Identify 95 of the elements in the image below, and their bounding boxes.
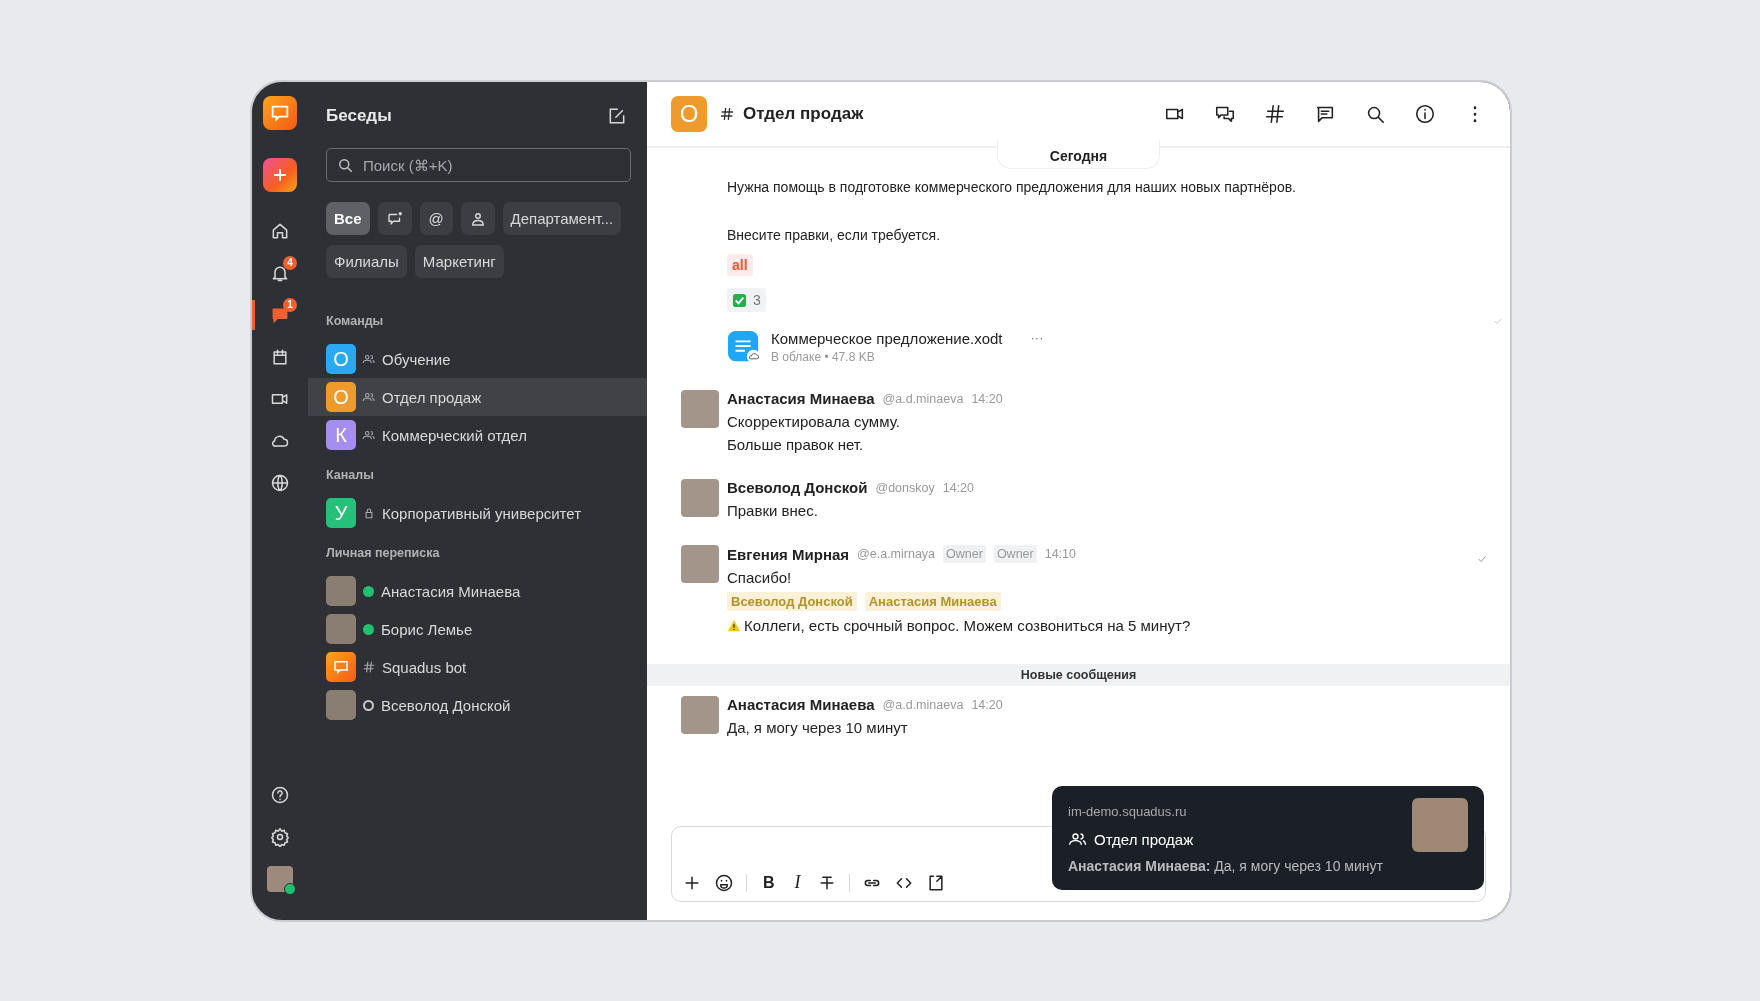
message-time: 14:20	[971, 391, 1003, 406]
globe-icon[interactable]	[270, 473, 290, 493]
chat-bubble-icon[interactable]	[270, 305, 290, 325]
message-text: Больше правок нет.	[727, 436, 864, 453]
sidebar-title: Беседы	[326, 106, 392, 126]
user-handle: @a.d.minaeva	[882, 391, 964, 406]
group-icon	[362, 428, 376, 442]
user-handle: @e.a.mirnaya	[857, 547, 936, 561]
photo-placeholder	[681, 696, 719, 734]
settings-icon[interactable]	[270, 827, 290, 847]
section-heading: Команды	[326, 314, 385, 328]
photo-placeholder	[326, 690, 356, 720]
conversation-item[interactable]: Анастасия Минаева	[308, 572, 647, 610]
role-tag: Owner	[993, 545, 1037, 563]
role-tag: Owner	[943, 545, 986, 563]
letter-avatar: К	[326, 420, 356, 450]
conversation-item[interactable]: Борис Лемье	[308, 610, 647, 648]
photo-placeholder	[326, 614, 356, 644]
author-name[interactable]: Анастасия Минаева	[727, 390, 875, 407]
chat-title: Отдел продаж	[743, 104, 864, 124]
app-logo-icon[interactable]	[263, 96, 297, 130]
lock-icon	[362, 506, 376, 520]
filter-chip[interactable]: Филиалы	[326, 245, 407, 278]
letter-avatar: О	[326, 344, 356, 374]
bold-button[interactable]: B	[759, 873, 779, 892]
search-icon	[336, 156, 354, 174]
author-name[interactable]: Всеволод Донской	[727, 479, 868, 496]
notification-title: Отдел продаж	[1094, 830, 1194, 848]
document-icon	[727, 330, 761, 364]
conversation-item[interactable]: О Обучение	[308, 340, 647, 378]
message-text: Правки внес.	[727, 502, 818, 519]
offline-dot	[363, 699, 374, 711]
message-time: 14:20	[971, 697, 1003, 712]
file-name[interactable]: Коммерческое предложение.xodt	[771, 330, 1003, 347]
notification-source: im-demo.squadus.ru	[1068, 804, 1188, 819]
message-text: Скорректировала сумму.	[727, 413, 900, 430]
conversation-item[interactable]: О Отдел продаж	[308, 378, 647, 416]
warning-icon	[727, 618, 741, 633]
search-field[interactable]: Поиск (⌘+K)	[326, 148, 631, 182]
letter-avatar: О	[671, 96, 707, 132]
photo-placeholder	[326, 576, 356, 606]
user-handle: @a.d.minaeva	[882, 697, 964, 712]
message-text: Спасибо!	[727, 569, 792, 586]
emoji-icon[interactable]	[714, 872, 734, 893]
user-avatar[interactable]	[267, 866, 293, 892]
new-chat-button[interactable]	[263, 158, 297, 192]
italic-button[interactable]: I	[790, 872, 805, 893]
author-name[interactable]: Евгения Мирная	[727, 545, 850, 563]
user-handle: @donskoy	[875, 480, 935, 495]
message-time: 14:20	[942, 480, 974, 495]
photo-placeholder	[1412, 798, 1468, 852]
section-heading: Личная переписка	[326, 546, 441, 560]
letter-avatar: У	[326, 498, 356, 528]
online-dot	[363, 623, 374, 635]
filter-chip[interactable]: Департамент...	[502, 202, 622, 235]
hash-icon	[362, 660, 376, 674]
more-button[interactable]: ···	[1030, 330, 1044, 345]
check-mark-icon	[732, 292, 747, 308]
bot-logo-icon	[326, 652, 356, 682]
message-text: Коллеги, есть срочный вопрос. Можем созвониться на 5 минут?	[744, 617, 1191, 634]
hash-icon[interactable]	[1264, 103, 1286, 125]
compose-icon[interactable]	[607, 106, 627, 126]
letter-avatar: О	[326, 382, 356, 412]
filter-chip[interactable]: Все	[326, 202, 370, 235]
help-icon[interactable]	[270, 785, 290, 805]
conversation-item[interactable]: К Коммерческий отдел	[308, 416, 647, 454]
photo-placeholder	[681, 479, 719, 517]
message-time: 14:10	[1044, 547, 1076, 561]
filter-chip[interactable]: @	[419, 202, 453, 235]
home-icon[interactable]	[270, 221, 290, 241]
photo-placeholder	[681, 390, 719, 428]
message-text: Внесите правки, если требуется.	[727, 226, 940, 245]
conversation-item[interactable]: У Корпоративный университет	[308, 494, 647, 532]
group-icon	[362, 352, 376, 366]
group-icon	[362, 390, 376, 404]
unread-badge: 4	[283, 256, 297, 270]
section-heading: Каналы	[326, 468, 375, 482]
notification-text: Анастасия Минаева: Да, я могу через 10 минут	[1068, 858, 1383, 874]
conversation-item[interactable]: Всеволод Донской	[308, 686, 647, 724]
online-dot	[363, 585, 374, 597]
calendar-icon[interactable]	[270, 347, 290, 367]
unread-badge: 1	[283, 298, 297, 312]
file-meta: В облаке • 47.8 KB	[771, 350, 876, 364]
notification-popup[interactable]: im-demo.squadus.ru Отдел продаж Анастасия Минаева: Да, я могу через 10 минут	[1052, 786, 1484, 890]
person-filter-button[interactable]	[460, 202, 495, 235]
info-icon[interactable]	[1414, 103, 1436, 125]
filter-chip[interactable]: Маркетинг	[414, 245, 504, 278]
message-text: Нужна помощь в подготовке коммерческого предложения для наших новых партнёров.	[727, 178, 1296, 197]
conversation-item[interactable]: Squadus bot	[308, 648, 647, 686]
message-text: Да, я могу через 10 минут	[727, 719, 908, 736]
hash-icon	[719, 106, 735, 122]
photo-placeholder	[681, 545, 719, 583]
reaction-chip[interactable]: 3	[727, 288, 766, 312]
author-name[interactable]: Анастасия Минаева	[727, 696, 875, 713]
chat-filter-button[interactable]	[377, 202, 412, 235]
